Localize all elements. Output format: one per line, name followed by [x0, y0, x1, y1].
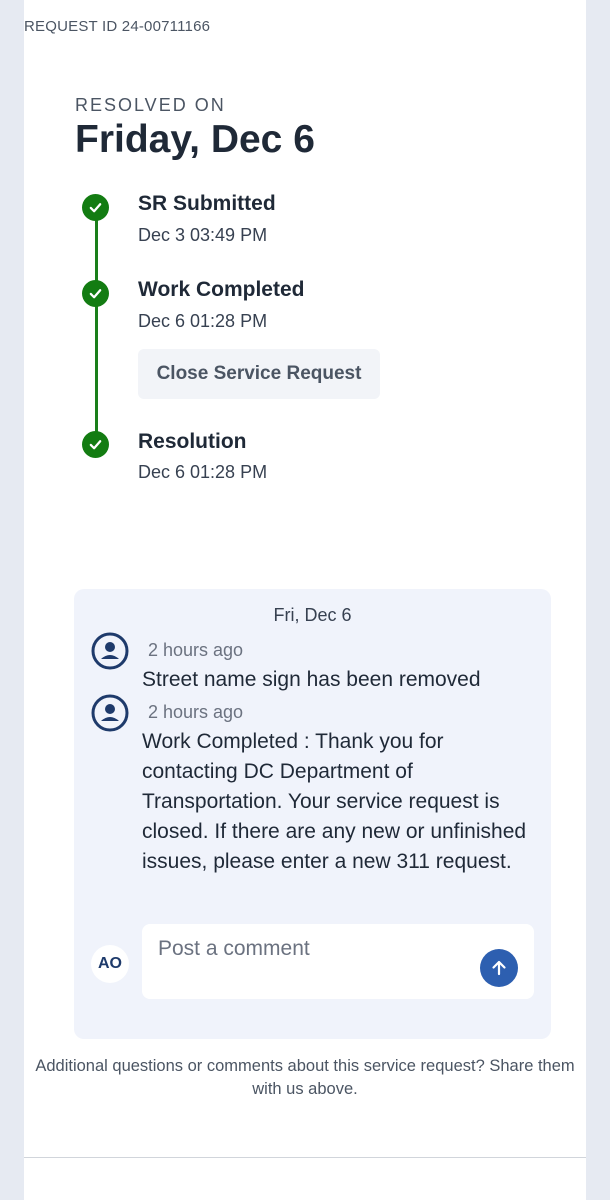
user-avatar-icon	[91, 632, 129, 670]
resolved-label: RESOLVED ON	[75, 95, 226, 115]
resolved-date: Friday, Dec 6	[75, 118, 315, 161]
timeline-line	[95, 207, 98, 445]
comments-panel: Fri, Dec 6 2 hours ago Street name sign …	[74, 589, 551, 1039]
arrow-up-icon	[489, 958, 509, 978]
timeline-step-time: Dec 3 03:49 PM	[138, 225, 268, 245]
timeline-step-title: SR Submitted	[138, 192, 276, 215]
timeline-step-time: Dec 6 01:28 PM	[138, 311, 268, 331]
comment-input[interactable]	[142, 924, 534, 999]
current-user-avatar: AO	[91, 945, 129, 983]
timeline-step-title: Resolution	[138, 430, 247, 453]
request-id: REQUEST ID 24-00711166	[24, 18, 211, 35]
close-service-request-button[interactable]: Close Service Request	[138, 349, 380, 399]
user-avatar-icon	[91, 694, 129, 732]
comment-time: 2 hours ago	[148, 702, 244, 722]
comment-time: 2 hours ago	[148, 640, 244, 660]
check-circle-icon	[82, 194, 109, 221]
check-circle-icon	[82, 431, 109, 458]
check-circle-icon	[82, 280, 109, 307]
timeline-step-title: Work Completed	[138, 278, 305, 301]
comments-date-header: Fri, Dec 6	[273, 605, 352, 625]
send-comment-button[interactable]	[480, 949, 518, 987]
service-request-card: REQUEST ID 24-00711166 RESOLVED ON Frida…	[24, 0, 586, 1200]
timeline-step-time: Dec 6 01:28 PM	[138, 462, 268, 482]
comment-text: Work Completed : Thank you for contactin…	[142, 730, 527, 873]
footer-note: Additional questions or comments about t…	[35, 1057, 575, 1098]
divider	[24, 1157, 586, 1158]
comment-text: Street name sign has been removed	[142, 668, 481, 691]
